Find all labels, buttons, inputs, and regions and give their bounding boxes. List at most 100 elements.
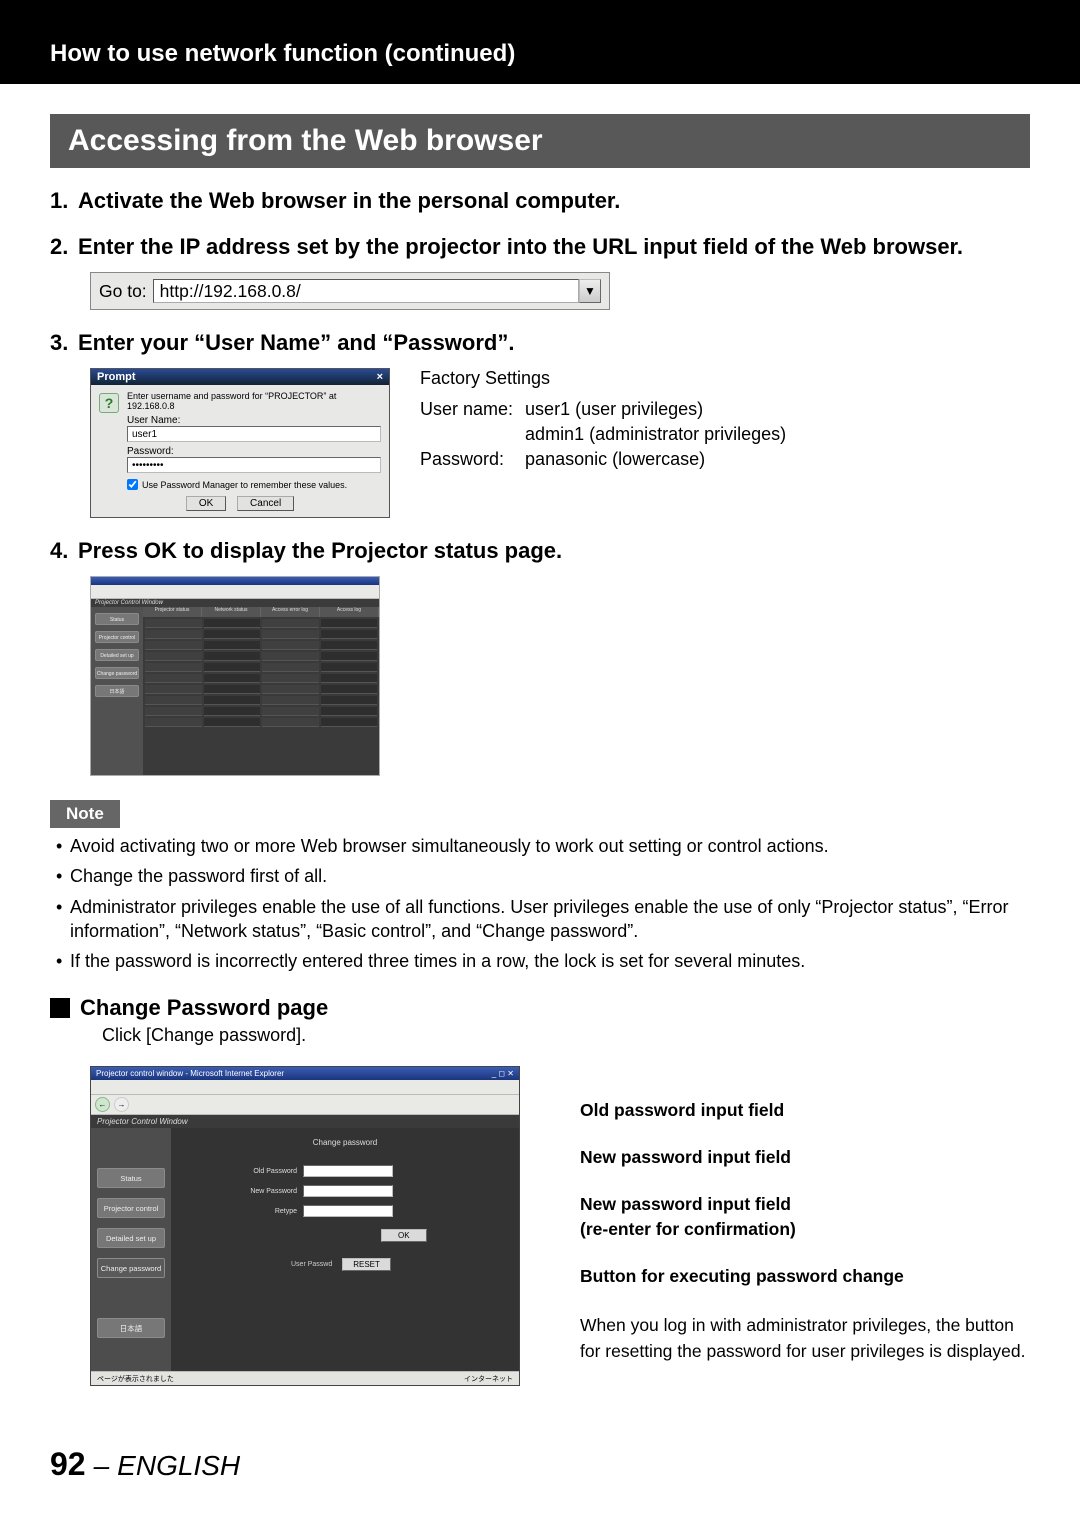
menu-bar [91,1080,519,1095]
note-item: Change the password first of all. [56,864,1030,888]
change-password-screenshot: Projector control window - Microsoft Int… [90,1066,520,1386]
sidebar: Status Projector control Detailed set up… [91,1128,171,1386]
dash: – [94,1450,110,1482]
app-title: Projector Control Window [91,599,379,607]
sidebar-item-detailed-setup[interactable]: Detailed set up [97,1228,165,1248]
page-number: 92 [50,1446,86,1483]
sidebar-item-projector-control[interactable]: Projector control [97,1198,165,1218]
note-badge: Note [50,800,120,828]
page: How to use network function (continued) … [0,0,1080,1523]
factory-user-value: user1 (user privileges) [525,397,798,422]
status-left: ページが表示されました [97,1374,174,1384]
url-input[interactable] [153,279,579,303]
ok-button[interactable]: OK [381,1229,427,1242]
url-dropdown-icon[interactable]: ▼ [579,279,601,303]
step-num: 3. [50,330,78,356]
tab[interactable]: Access error log [261,607,320,617]
factory-head: Factory Settings [420,368,798,389]
dialog-titlebar: Prompt × [91,369,389,385]
auth-prompt-dialog: Prompt × ? Enter username and password f… [90,368,390,518]
dialog-message: Enter username and password for “PROJECT… [127,391,381,411]
note-item: If the password is incorrectly entered t… [56,949,1030,973]
status-right: インターネット [464,1374,513,1384]
label-btn: Button for executing password change [580,1266,1030,1287]
factory-pass-value: panasonic (lowercase) [525,447,798,472]
step-text: Enter the IP address set by the projecto… [78,234,1030,260]
win-titlebar [91,577,379,585]
status-bar: ページが表示されました インターネット [91,1371,519,1385]
status-tabs: Projector status Network status Access e… [143,607,379,617]
sidebar-item[interactable]: Change password [95,667,139,679]
win-title: Projector control window - Microsoft Int… [96,1069,284,1078]
new-password-label: New Password [237,1188,297,1195]
close-icon[interactable]: × [377,371,383,383]
main-panel: Change password Old Password New Passwor… [171,1128,519,1386]
sidebar-item[interactable]: Projector control [95,631,139,643]
language: ENGLISH [117,1450,240,1482]
sidebar-item[interactable]: Status [95,613,139,625]
label-re: New password input field [580,1194,1030,1215]
step-1: 1. Activate the Web browser in the perso… [50,188,1030,214]
step-text: Press OK to display the Projector status… [78,538,1030,564]
sidebar-item-status[interactable]: Status [97,1168,165,1188]
note-item: Administrator privileges enable the use … [56,895,1030,944]
subsection-heading: Change Password page [50,995,1030,1021]
footer: 92 – ENGLISH [0,1426,1080,1523]
forward-icon[interactable]: → [114,1097,129,1112]
dialog-title: Prompt [97,371,136,383]
win-toolbar [91,585,379,599]
remember-label: Use Password Manager to remember these v… [142,480,347,490]
sidebar-item[interactable]: Detailed set up [95,649,139,661]
new-password-input[interactable] [303,1185,393,1197]
sidebar-item[interactable]: 日本語 [95,685,139,697]
factory-pass-label: Password: [420,447,525,472]
status-main: Projector status Network status Access e… [143,607,379,775]
tab[interactable]: Access log [320,607,379,617]
label-old: Old password input field [580,1100,1030,1121]
content-area: 1. Activate the Web browser in the perso… [0,188,1080,1426]
remember-checkbox[interactable] [127,479,138,490]
step-3: 3. Enter your “User Name” and “Password”… [50,330,1030,518]
sidebar-item-change-password[interactable]: Change password [97,1258,165,1278]
sidebar-item-japanese[interactable]: 日本語 [97,1318,165,1338]
label-re2: (re-enter for confirmation) [580,1219,1030,1240]
square-bullet-icon [50,998,70,1018]
label-note: When you log in with administrator privi… [580,1313,1030,1364]
reset-button[interactable]: RESET [342,1258,391,1271]
url-label: Go to: [99,281,147,302]
reset-label: User Passwd [291,1261,332,1268]
note-list: Avoid activating two or more Web browser… [56,834,1030,973]
ok-button[interactable]: OK [186,496,226,511]
password-input[interactable] [127,457,381,473]
cancel-button[interactable]: Cancel [237,496,294,511]
url-bar: Go to: ▼ [90,272,610,310]
panel-heading: Change password [171,1128,519,1157]
username-label: User Name: [127,415,381,426]
old-password-label: Old Password [237,1168,297,1175]
main-heading: Accessing from the Web browser [50,114,1030,168]
tab[interactable]: Projector status [143,607,202,617]
password-label: Password: [127,446,381,457]
note-item: Avoid activating two or more Web browser… [56,834,1030,858]
retype-input[interactable] [303,1205,393,1217]
step-4: 4. Press OK to display the Projector sta… [50,538,1030,776]
step-2: 2. Enter the IP address set by the proje… [50,234,1030,310]
question-icon: ? [99,393,119,413]
win-controls-icon: _ ◻ ✕ [492,1069,514,1078]
status-screenshot: Projector Control Window Status Projecto… [90,576,380,776]
callout-labels: Old password input field New password in… [580,1066,1030,1364]
tab[interactable]: Network status [202,607,261,617]
subsection-title: Change Password page [80,995,328,1021]
factory-user-value2: admin1 (administrator privileges) [525,422,798,447]
step-num: 4. [50,538,78,564]
retype-label: Retype [237,1208,297,1215]
old-password-input[interactable] [303,1165,393,1177]
factory-user-label: User name: [420,397,525,422]
win-titlebar: Projector control window - Microsoft Int… [91,1067,519,1080]
back-icon[interactable]: ← [95,1097,110,1112]
step-text: Activate the Web browser in the personal… [78,188,1030,214]
factory-settings: Factory Settings User name: user1 (user … [420,368,798,472]
step-text: Enter your “User Name” and “Password”. [78,330,1030,356]
top-band: How to use network function (continued) [0,0,1080,84]
username-input[interactable] [127,426,381,442]
